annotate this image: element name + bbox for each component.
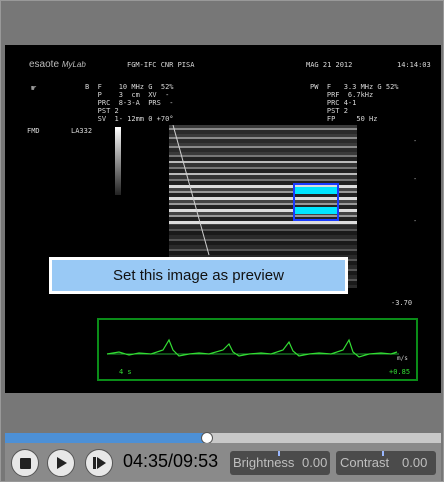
video-letterbox-top — [5, 5, 441, 45]
video-letterbox-bottom — [5, 393, 441, 433]
grayscale-bar — [115, 127, 121, 195]
depth-tick-3: - — [413, 217, 418, 225]
brightness-slider[interactable]: Brightness 0.00 — [230, 451, 330, 475]
play-icon — [57, 457, 67, 469]
scan-time: 14:14:03 — [397, 61, 431, 69]
hand-icon: ☛ — [31, 84, 37, 94]
step-forward-button[interactable] — [85, 449, 113, 477]
seek-progress — [5, 433, 208, 443]
doppler-sample-box — [293, 183, 339, 221]
brightness-value: 0.00 — [302, 455, 328, 470]
seek-bar[interactable] — [5, 432, 441, 444]
set-preview-button[interactable]: Set this image as preview — [52, 260, 345, 291]
contrast-slider[interactable]: Contrast 0.00 — [336, 451, 436, 475]
time-display: 04:35/09:53 — [123, 451, 219, 471]
probe-label: LA332 — [71, 127, 93, 135]
brightness-label: Brightness — [233, 455, 295, 470]
play-button[interactable] — [47, 449, 75, 477]
bmode-parameters: B F 10 MHz G 52% P 3 cm XV - PRC 8-3-A P… — [85, 83, 174, 123]
contrast-value: 0.00 — [402, 455, 428, 470]
esaote-logo: esaote MyLab — [29, 59, 86, 70]
step-forward-icon — [93, 457, 106, 469]
institution-label: FGM-IFC CNR PISA — [127, 61, 195, 69]
depth-tick-1: - — [413, 137, 418, 145]
velocity-scale-value: -3.70 — [391, 299, 413, 307]
stop-button[interactable] — [11, 449, 39, 477]
stop-icon — [19, 457, 31, 469]
logo-product: MyLab — [61, 60, 86, 69]
doppler-waveform: 4 s m/s +0.85 — [106, 338, 410, 376]
control-bar: 04:35/09:53 Brightness 0.00 Contrast 0.0… — [5, 443, 441, 481]
mode-label: FMD — [27, 127, 40, 135]
video-player: esaote MyLab FGM-IFC CNR PISA MAG 21 201… — [0, 0, 444, 482]
logo-brand: esaote — [29, 59, 60, 70]
scan-date: MAG 21 2012 — [306, 61, 353, 69]
doppler-spectrum: 4 s m/s +0.85 — [97, 318, 418, 381]
ultrasound-video-frame[interactable]: esaote MyLab FGM-IFC CNR PISA MAG 21 201… — [5, 45, 441, 393]
doppler-unit-label: m/s — [397, 355, 408, 362]
pw-parameters: PW F 3.3 MHz G 52% PRF 6.7kHz PRC 4-1 PS… — [310, 83, 399, 123]
contrast-label: Contrast — [340, 455, 390, 470]
depth-tick-2: - — [413, 175, 418, 183]
doppler-time-label: 4 s — [119, 368, 132, 376]
preview-popup: Set this image as preview — [49, 257, 348, 294]
doppler-scale-label: +0.85 — [389, 368, 410, 376]
